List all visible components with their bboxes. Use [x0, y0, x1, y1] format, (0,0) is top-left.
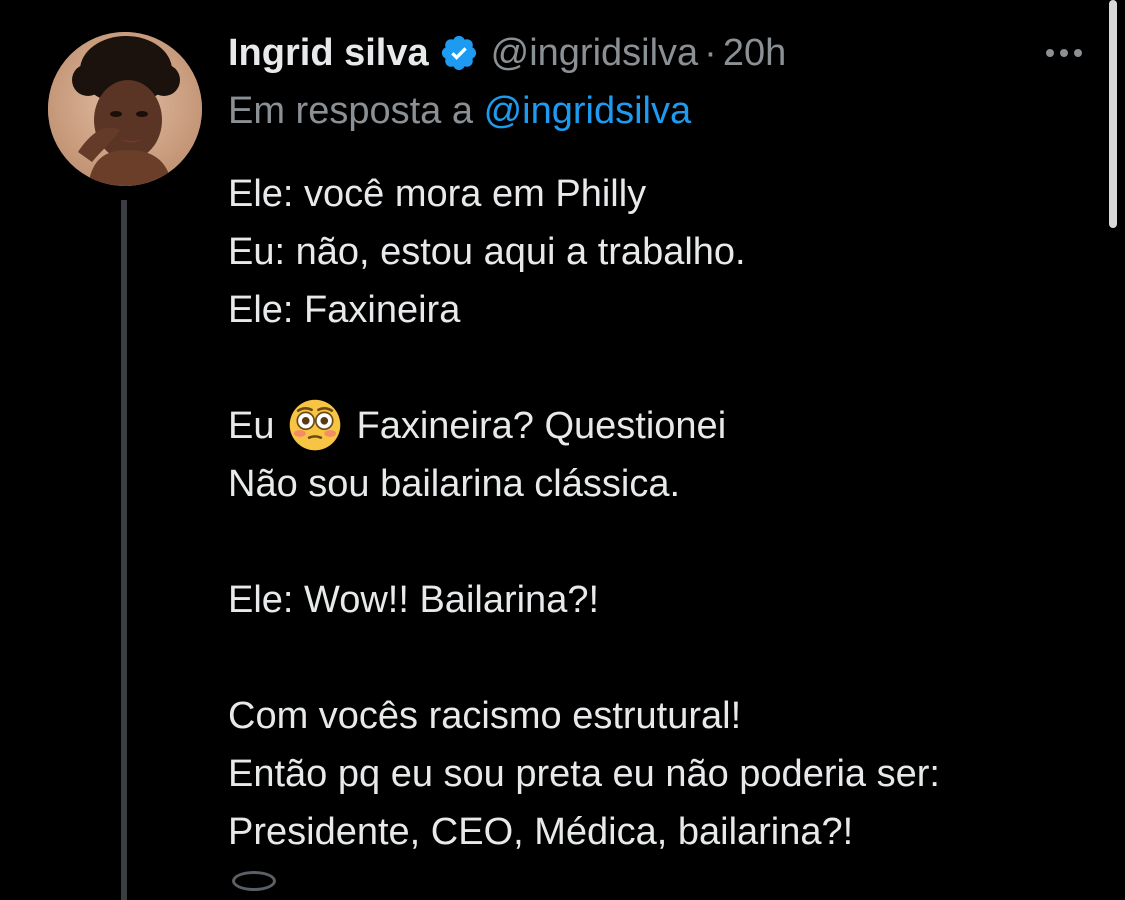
- separator-dot: ·: [704, 31, 717, 74]
- tweet-line-with-emoji: Eu Faxineira? Questionei: [228, 397, 1078, 455]
- author-handle[interactable]: @ingridsilva: [491, 32, 699, 75]
- tweet-text-fragment: Eu: [228, 405, 275, 447]
- reply-icon-partial[interactable]: [232, 871, 276, 891]
- tweet-line: Com vocês racismo estrutural!: [228, 695, 742, 737]
- tweet-line: Presidente, CEO, Médica, bailarina?!: [228, 811, 854, 853]
- tweet-line: Então pq eu sou preta eu não poderia ser…: [228, 753, 940, 795]
- more-options-icon[interactable]: [1040, 39, 1088, 67]
- flushed-face-emoji: [290, 399, 341, 451]
- avatar-photo: [48, 32, 202, 186]
- tweet-text-fragment: Faxineira? Questionei: [356, 405, 727, 447]
- reply-mention-link[interactable]: @ingridsilva: [484, 90, 692, 132]
- tweet-line: Ele: você mora em Philly: [228, 173, 647, 215]
- more-dot-1: [1046, 49, 1054, 57]
- verified-badge-icon: [441, 35, 476, 71]
- reply-context: Em resposta a @ingridsilva: [228, 90, 691, 133]
- tweet-line: Ele: Wow!! Bailarina?!: [228, 579, 600, 621]
- tweet-header: Ingrid silva @ingridsilva · 20h: [228, 30, 1088, 76]
- avatar[interactable]: [48, 32, 202, 186]
- tweet-line: Não sou bailarina clássica.: [228, 463, 681, 505]
- tweet-text: Ele: você mora em Philly Eu: não, estou …: [228, 165, 1078, 861]
- more-dot-2: [1060, 49, 1068, 57]
- thread-line: [121, 200, 127, 900]
- tweet-line: Ele: Faxineira: [228, 289, 461, 331]
- tweet-line: Eu: não, estou aqui a trabalho.: [228, 231, 746, 273]
- scrollbar[interactable]: [1109, 0, 1117, 228]
- author-name[interactable]: Ingrid silva: [228, 32, 429, 75]
- more-dot-3: [1074, 49, 1082, 57]
- reply-prefix: Em resposta a: [228, 90, 473, 132]
- tweet-time[interactable]: 20h: [723, 32, 786, 75]
